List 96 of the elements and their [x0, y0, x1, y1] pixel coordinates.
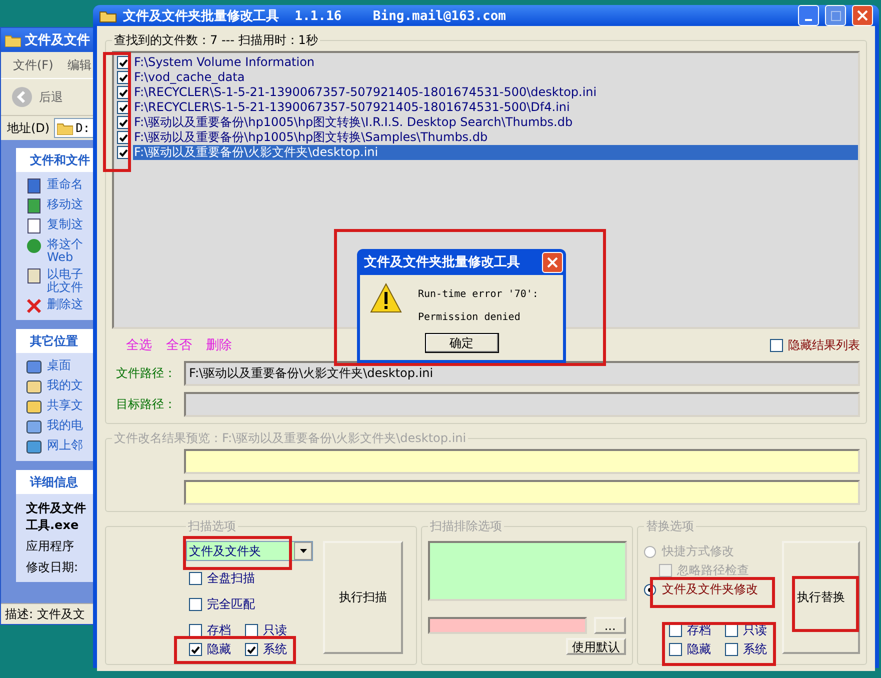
- file-path-field[interactable]: F:\驱动以及重要备份\火影文件夹\desktop.ini: [184, 361, 860, 386]
- checkbox[interactable]: [189, 598, 202, 611]
- checkbox-label: 完全匹配: [207, 596, 255, 613]
- close-button[interactable]: [542, 252, 563, 272]
- checkbox-label: 隐藏结果列表: [788, 336, 860, 354]
- checkbox-label: 忽略路径检查: [677, 562, 749, 579]
- browse-button[interactable]: ...: [594, 617, 626, 634]
- group-title: 扫描选项: [187, 518, 237, 535]
- close-icon: [547, 256, 558, 268]
- window-title: 文件及文件夹批量修改工具 1.1.16 Bing.mail@163.com: [123, 8, 507, 24]
- file-list-item[interactable]: F:\驱动以及重要备份\火影文件夹\desktop.ini: [133, 145, 858, 160]
- file-list-item[interactable]: F:\RECYCLER\S-1-5-21-1390067357-507921405-1801674531-500\desktop.ini: [133, 85, 858, 100]
- checkbox-label: 全盘扫描: [207, 570, 255, 587]
- checkbox[interactable]: [725, 643, 738, 656]
- check-icon: [191, 646, 200, 654]
- file-list-item[interactable]: F:\System Volume Information: [133, 55, 858, 70]
- menu-item[interactable]: 编辑: [67, 56, 92, 74]
- close-button[interactable]: [852, 5, 873, 26]
- error-message: Run-time error '70':: [418, 289, 538, 300]
- task-link[interactable]: 重命名: [47, 178, 83, 191]
- task-link[interactable]: 复制这: [47, 218, 83, 231]
- file-list-item[interactable]: F:\驱动以及重要备份\hp1005\hp图文转换\Samples\Thumbs.db: [133, 130, 858, 145]
- checkbox-label: 隐藏: [687, 641, 711, 658]
- maximize-button[interactable]: [825, 5, 846, 26]
- ok-button[interactable]: 确定: [424, 333, 498, 353]
- place-link[interactable]: 网上邻: [47, 439, 83, 452]
- file-list-item[interactable]: F:\驱动以及重要备份\hp1005\hp图文转换\I.R.I.S. Desktop Search\Thumbs.db: [133, 115, 858, 130]
- checkbox[interactable]: [770, 338, 783, 352]
- preview-field[interactable]: [184, 480, 860, 505]
- check-icon: [247, 646, 256, 654]
- place-link[interactable]: 我的文: [47, 379, 83, 392]
- field-label: 目标路径：: [115, 396, 177, 413]
- checkbox-label: 系统: [263, 641, 287, 658]
- preview-field[interactable]: [184, 449, 860, 474]
- minimize-icon: [805, 18, 812, 20]
- task-link[interactable]: 删除这: [47, 298, 83, 311]
- checkbox-label: 存档: [207, 622, 231, 639]
- exclude-field[interactable]: [428, 617, 588, 634]
- mode-dropdown[interactable]: 文件及文件夹: [186, 541, 313, 561]
- group-title: 替换选项: [645, 518, 695, 535]
- scan-button[interactable]: 执行扫描: [323, 541, 403, 654]
- file-type: 应用程序: [26, 538, 75, 555]
- close-icon: [857, 10, 868, 21]
- warning-icon: [370, 283, 402, 313]
- address-label: 地址(D): [7, 120, 50, 136]
- file-list-item[interactable]: F:\vod_cache_data: [133, 70, 858, 85]
- app-icon: [99, 8, 117, 22]
- radio-label: 文件及文件夹修改: [662, 581, 758, 598]
- field-label: 文件路径：: [115, 365, 177, 382]
- close-icon: [26, 298, 42, 314]
- radio-label: 快捷方式修改: [662, 543, 734, 560]
- replace-button[interactable]: 执行替换: [782, 541, 860, 654]
- default-button[interactable]: 使用默认: [566, 638, 626, 655]
- minimize-button[interactable]: [798, 5, 819, 26]
- task-link[interactable]: 将这个 Web: [47, 238, 83, 264]
- highlight-frame: [792, 576, 859, 632]
- modified-label: 修改日期:: [26, 559, 80, 576]
- exclude-list[interactable]: [428, 541, 627, 601]
- checkbox-label: 隐藏: [207, 641, 231, 658]
- window-title: 文件及文件: [1, 28, 94, 52]
- checkbox[interactable]: [189, 572, 202, 585]
- dialog-title: 文件及文件夹批量修改工具: [364, 254, 520, 271]
- place-link[interactable]: 共享文: [47, 399, 83, 412]
- checkbox[interactable]: [669, 624, 682, 637]
- menu-item[interactable]: 文件(F): [13, 56, 54, 74]
- checkbox-label: 存档: [687, 622, 711, 639]
- back-button[interactable]: 后退: [39, 88, 63, 106]
- address-field[interactable]: D:: [54, 118, 94, 138]
- target-path-field[interactable]: [184, 392, 860, 417]
- checkbox[interactable]: [725, 624, 738, 637]
- status-bar: 描述: 文件及文: [1, 603, 94, 624]
- checkbox-label: 系统: [743, 641, 767, 658]
- group-title: 扫描排除选项: [429, 518, 503, 535]
- checkbox[interactable]: [189, 624, 202, 637]
- place-link[interactable]: 桌面: [47, 359, 71, 372]
- checkbox[interactable]: [245, 624, 258, 637]
- file-list-item[interactable]: F:\RECYCLER\S-1-5-21-1390067357-507921405-1801674531-500\Df4.ini: [133, 100, 858, 115]
- checkbox[interactable]: [189, 643, 202, 656]
- checkbox-label: 只读: [263, 622, 287, 639]
- group-title: 文件改名结果预览：F:\驱动以及重要备份\火影文件夹\desktop.ini: [113, 430, 468, 447]
- action-link[interactable]: 全选: [126, 336, 152, 354]
- error-message: Permission denied: [418, 312, 522, 323]
- file-name: 文件及文件 工具.exe: [26, 500, 87, 534]
- maximize-icon: [830, 10, 840, 20]
- checkbox[interactable]: [245, 643, 258, 656]
- caret-icon: [300, 549, 306, 553]
- task-link[interactable]: 以电子 此文件: [47, 268, 83, 294]
- checkbox[interactable]: [669, 643, 682, 656]
- task-link[interactable]: 移动这: [47, 198, 83, 211]
- action-link[interactable]: 全否: [166, 336, 192, 354]
- panel-title: 文件和文件: [16, 148, 94, 172]
- place-link[interactable]: 我的电: [47, 419, 83, 432]
- panel-title: 其它位置: [16, 329, 94, 353]
- group-title: 查找到的文件数：7 --- 扫描用时：1秒: [113, 32, 319, 49]
- action-link[interactable]: 删除: [206, 336, 232, 354]
- panel-title: 详细信息: [16, 470, 94, 494]
